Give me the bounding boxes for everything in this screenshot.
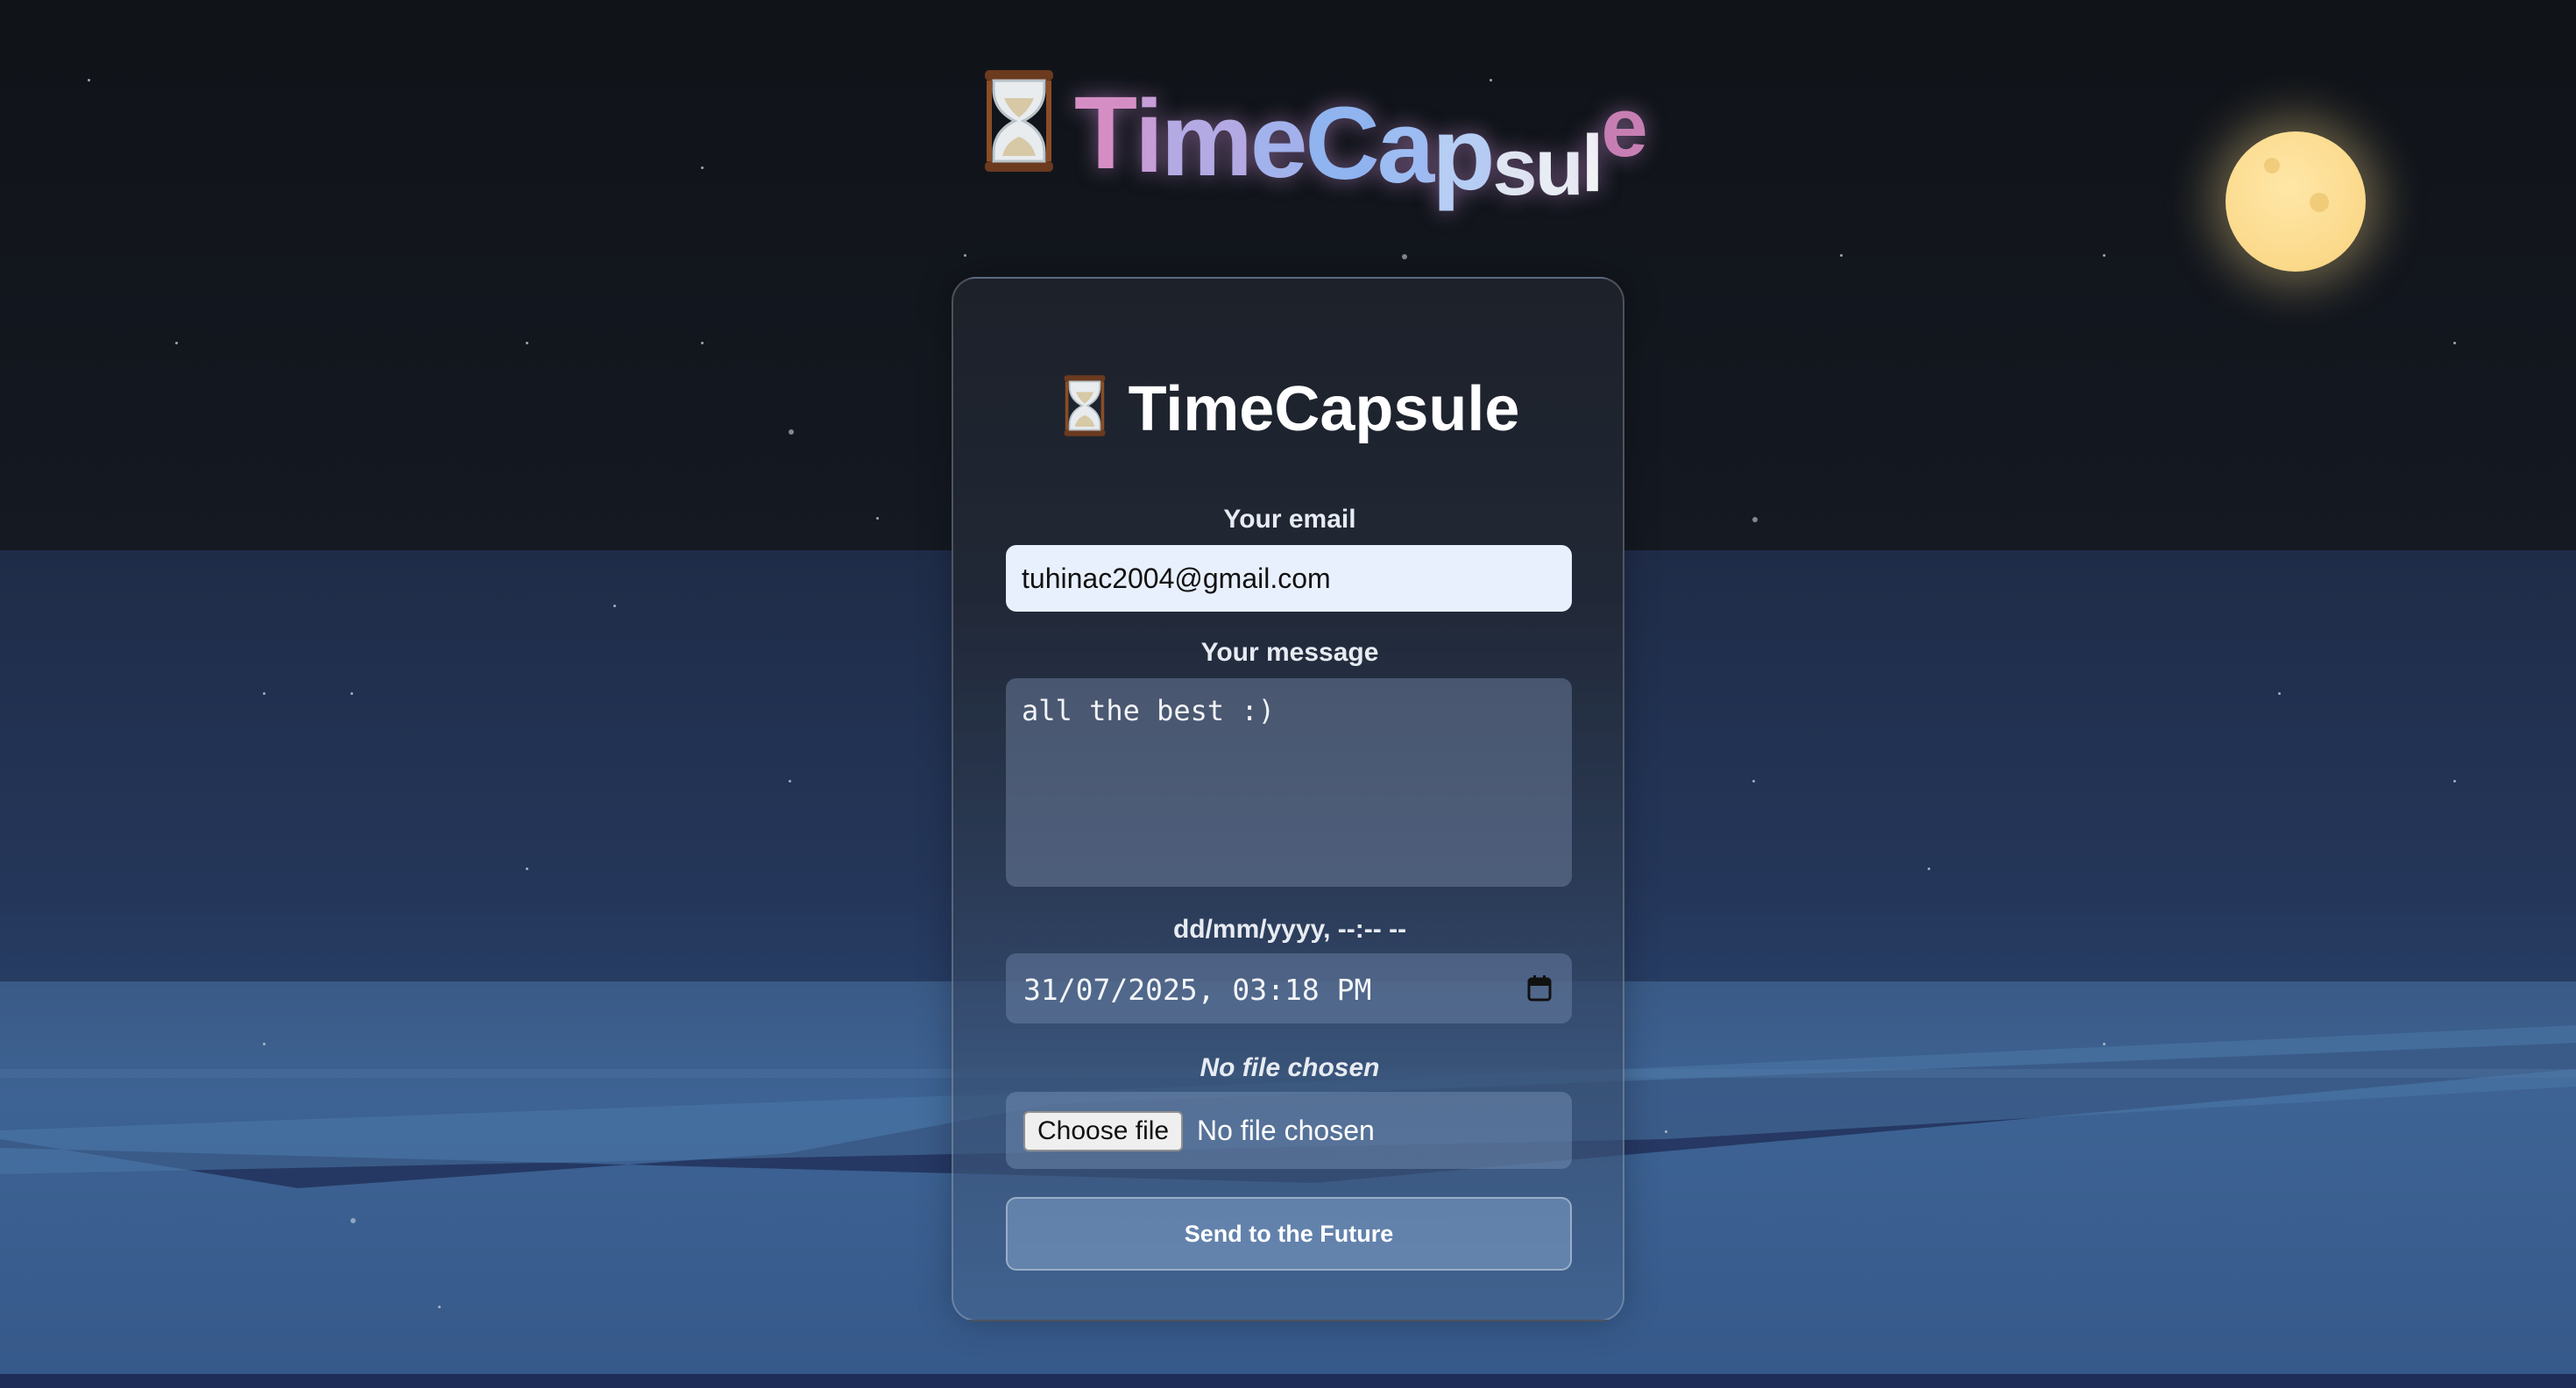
star: [175, 342, 178, 344]
datetime-input[interactable]: 31/07/2025, 03:18 PM: [1006, 953, 1572, 1023]
email-field[interactable]: [1006, 545, 1572, 612]
file-label: No file chosen: [1200, 1053, 1380, 1082]
message-textarea[interactable]: all the best :): [1006, 678, 1572, 887]
star: [876, 517, 879, 520]
star: [2278, 692, 2281, 695]
star: [1840, 254, 1843, 257]
send-to-future-button[interactable]: Send to the Future: [1006, 1197, 1572, 1271]
hourglass-icon: [985, 70, 1053, 172]
star: [964, 254, 966, 257]
logo-letter: e: [1601, 81, 1647, 174]
star: [1928, 868, 1930, 870]
logo-letter: T: [1074, 75, 1137, 191]
logo-letter: u: [1534, 123, 1584, 212]
datetime-value: 31/07/2025, 03:18 PM: [1023, 973, 1372, 1007]
form-title: TimeCapsule: [953, 373, 1626, 445]
logo-letter: l: [1581, 119, 1604, 209]
logo-letter: i: [1135, 79, 1164, 195]
capsule-form-card: TimeCapsule Your email Your message all …: [952, 277, 1624, 1321]
star: [438, 1306, 441, 1308]
star: [789, 429, 794, 435]
star: [1402, 254, 1407, 259]
logo-text: TimeCapsule: [1074, 75, 1648, 212]
file-status-text: No file chosen: [1197, 1115, 1375, 1146]
moon-crater: [2264, 158, 2280, 174]
star: [263, 692, 265, 695]
logo-letter: a: [1376, 89, 1435, 205]
star: [88, 79, 90, 81]
logo-letter: p: [1432, 96, 1495, 212]
site-logo[interactable]: TimeCapsule: [973, 61, 1648, 219]
star: [701, 166, 704, 169]
star: [350, 1218, 356, 1223]
choose-file-button[interactable]: Choose file: [1023, 1111, 1184, 1151]
star: [2453, 780, 2456, 783]
star: [1665, 1130, 1667, 1133]
star: [613, 605, 616, 607]
star: [350, 692, 353, 695]
logo-letter: s: [1492, 123, 1537, 212]
hourglass-icon: [1064, 375, 1105, 436]
star: [1752, 780, 1755, 783]
star: [1752, 517, 1758, 522]
star: [2103, 254, 2105, 257]
bottom-strip: [0, 1374, 2576, 1388]
message-label: Your message: [1200, 638, 1379, 667]
logo-letter: C: [1305, 86, 1379, 202]
star: [2453, 342, 2456, 344]
star: [789, 780, 791, 783]
datetime-label: dd/mm/yyyy, --:-- --: [1172, 915, 1407, 944]
star: [526, 868, 528, 870]
file-input[interactable]: Choose file No file chosen: [1006, 1092, 1572, 1169]
logo-letter: m: [1160, 82, 1253, 198]
moon: [2226, 131, 2366, 272]
logo-letter: e: [1249, 84, 1308, 200]
star: [2103, 1043, 2105, 1045]
star: [263, 1043, 265, 1045]
form-title-text: TimeCapsule: [1128, 374, 1520, 444]
email-label: Your email: [1223, 505, 1356, 534]
star: [526, 342, 528, 344]
calendar-icon[interactable]: [1526, 974, 1553, 1002]
star: [701, 342, 704, 344]
moon-crater: [2310, 193, 2329, 212]
